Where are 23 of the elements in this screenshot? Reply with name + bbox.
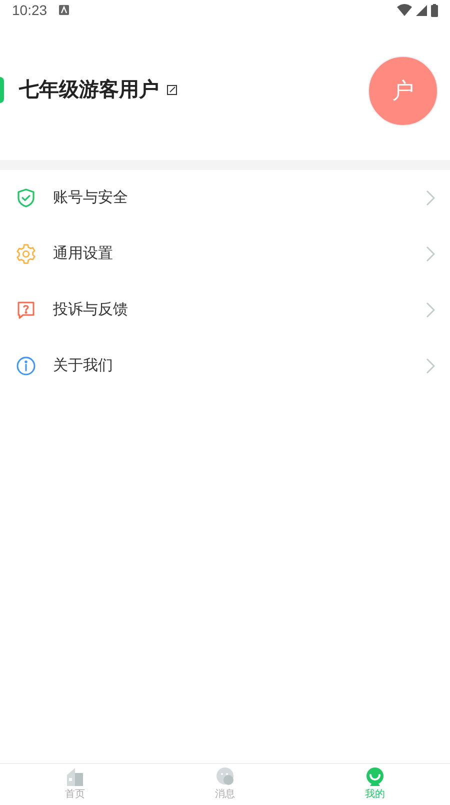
- chevron-right-icon: [426, 190, 435, 206]
- building-icon: [65, 767, 85, 787]
- status-time: 10:23: [12, 0, 48, 20]
- signal-icon: [416, 4, 427, 16]
- chevron-right-icon: [426, 246, 435, 262]
- accent-bar: [0, 77, 4, 103]
- wifi-icon: [397, 4, 412, 16]
- person-icon: [365, 767, 385, 787]
- user-name: 七年级游客用户: [19, 78, 159, 103]
- gear-icon: [15, 243, 37, 265]
- notification-icon: [59, 5, 70, 15]
- shield-icon: [16, 188, 36, 208]
- info-icon: [16, 356, 36, 376]
- edit-icon[interactable]: [167, 85, 177, 95]
- menu-item[interactable]: 通用设置: [0, 226, 450, 282]
- chat-face-icon: [215, 767, 235, 787]
- menu-item[interactable]: 关于我们: [0, 338, 450, 394]
- chevron-right-icon: [426, 302, 435, 318]
- menu-item[interactable]: 投诉与反馈: [0, 282, 450, 338]
- question-bubble-icon: [16, 300, 36, 320]
- menu-item[interactable]: 账号与安全: [0, 170, 450, 226]
- chevron-right-icon: [426, 358, 435, 374]
- battery-icon: [431, 4, 438, 16]
